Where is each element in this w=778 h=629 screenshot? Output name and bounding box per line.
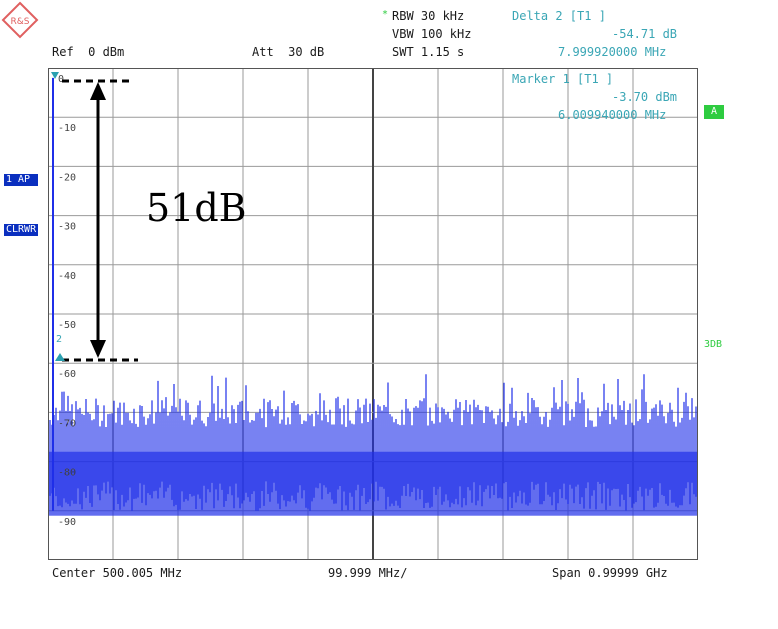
marker1-triangle-icon bbox=[51, 72, 59, 79]
attenuation-annotation: 51dB bbox=[146, 186, 247, 230]
span-readout: Span 0.99999 GHz bbox=[552, 566, 668, 580]
arrow-head-up-icon bbox=[90, 82, 106, 100]
annotation-overlay bbox=[51, 72, 138, 362]
frequency-per-division: 99.999 MHz/ bbox=[328, 566, 408, 580]
marker2-triangle-icon bbox=[55, 353, 65, 361]
center-frequency: Center 500.005 MHz bbox=[52, 566, 183, 580]
arrow-head-down-icon bbox=[90, 340, 106, 358]
